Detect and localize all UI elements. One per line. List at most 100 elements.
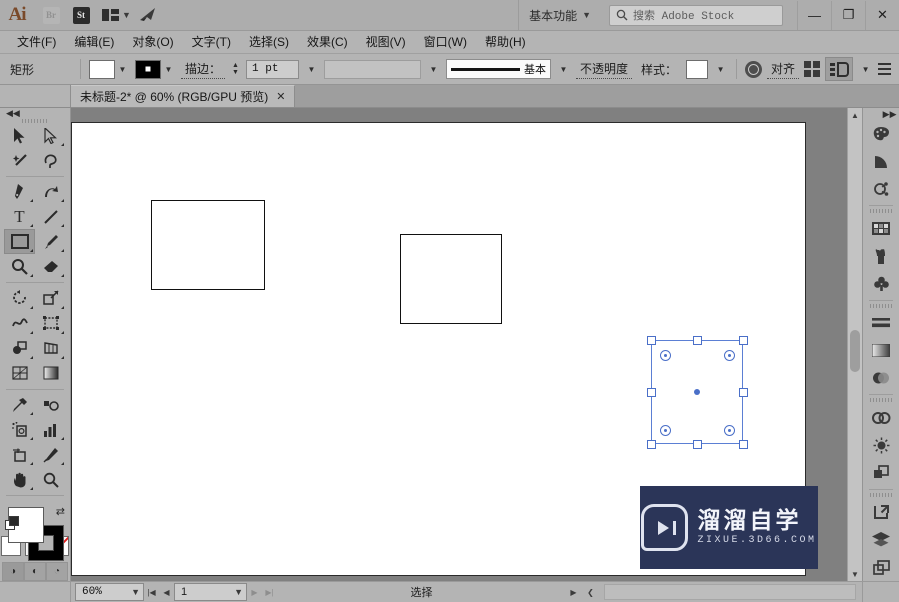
column-graph-tool[interactable]	[35, 417, 66, 442]
default-fill-stroke-icon[interactable]	[5, 515, 19, 530]
rectangle-1[interactable]	[151, 200, 265, 290]
chevron-down-icon[interactable]: ▼	[234, 587, 243, 597]
gradient-tool[interactable]	[35, 361, 66, 386]
handle-bottom-right[interactable]	[739, 440, 748, 449]
fill-color-control[interactable]: ▼	[89, 59, 130, 79]
draw-normal-mode[interactable]: ◑	[2, 561, 24, 581]
panel-grip[interactable]	[863, 302, 899, 309]
handle-top-center[interactable]	[693, 336, 702, 345]
horizontal-scrollbar[interactable]	[604, 584, 856, 600]
opacity-label[interactable]: 不透明度	[576, 60, 633, 79]
slice-tool[interactable]	[35, 442, 66, 467]
swap-fill-stroke-icon[interactable]: ⇄	[56, 505, 65, 518]
artboards-panel-icon[interactable]	[863, 554, 899, 582]
menu-select[interactable]: 选择(S)	[240, 31, 298, 53]
minimize-button[interactable]: —	[797, 0, 831, 30]
eyedropper-tool[interactable]	[4, 392, 35, 417]
stroke-weight-label[interactable]: 描边：	[181, 60, 226, 79]
lasso-tool[interactable]	[35, 148, 66, 173]
handle-bottom-center[interactable]	[693, 440, 702, 449]
color-guide-panel-icon[interactable]	[863, 148, 899, 176]
bridge-button[interactable]: Br	[38, 4, 64, 26]
variable-width-profile-input[interactable]	[324, 59, 422, 79]
menu-view[interactable]: 视图(V)	[357, 31, 415, 53]
corner-radius-widget-top-right[interactable]	[724, 350, 735, 361]
maximize-button[interactable]: ❐	[831, 0, 865, 30]
document-setup-icon[interactable]	[825, 57, 854, 81]
stroke-swatch[interactable]	[135, 59, 161, 79]
chevron-down-icon[interactable]: ▼	[304, 60, 319, 78]
hand-tool[interactable]	[4, 467, 35, 492]
handle-top-right[interactable]	[739, 336, 748, 345]
prev-page-icon[interactable]: ◀	[159, 584, 174, 600]
appearance-panel-icon[interactable]	[863, 432, 899, 460]
direct-selection-tool[interactable]	[35, 123, 66, 148]
menu-help[interactable]: 帮助(H)	[476, 31, 535, 53]
menu-type[interactable]: 文字(T)	[183, 31, 240, 53]
next-page-icon[interactable]: ▶	[247, 584, 262, 600]
stroke-profile-control[interactable]: 基本	[446, 59, 552, 79]
chevron-down-icon[interactable]: ▼	[131, 587, 140, 597]
stock-button[interactable]: St	[68, 4, 94, 26]
status-message[interactable]: 选择	[277, 584, 566, 600]
layers-panel-icon[interactable]	[863, 526, 899, 554]
vertical-scrollbar[interactable]: ▲ ▼	[847, 108, 862, 581]
eraser-tool[interactable]	[35, 254, 66, 279]
collapse-right-icon[interactable]: ▶▶	[861, 108, 899, 120]
arrange-documents-button[interactable]: ▼	[102, 8, 131, 22]
swatches-panel-icon[interactable]	[863, 215, 899, 243]
menu-file[interactable]: 文件(F)	[8, 31, 65, 53]
stroke-weight-stepper[interactable]: ▲ ▼	[230, 60, 241, 78]
fill-swatch[interactable]	[89, 59, 115, 79]
transparency-panel-icon[interactable]	[863, 365, 899, 393]
draw-inside-mode[interactable]: ◔	[46, 561, 68, 581]
draw-behind-mode[interactable]: ◐	[24, 561, 46, 581]
width-tool[interactable]	[4, 311, 35, 336]
go-to-start-button[interactable]	[135, 4, 161, 26]
page-number-control[interactable]: 1 ▼	[174, 583, 247, 601]
transform-icon[interactable]	[804, 61, 821, 77]
collapse-left-icon[interactable]: ◀◀	[0, 108, 70, 119]
handle-middle-right[interactable]	[739, 388, 748, 397]
symbols-panel-icon[interactable]	[863, 270, 899, 298]
perspective-grid-tool[interactable]	[35, 336, 66, 361]
stroke-panel-icon[interactable]	[863, 309, 899, 337]
scroll-up-icon[interactable]: ▲	[848, 108, 862, 122]
handle-bottom-left[interactable]	[647, 440, 656, 449]
stroke-color-control[interactable]: ▼	[135, 59, 176, 79]
last-page-icon[interactable]: ▶|	[262, 584, 277, 600]
rectangle-3-selected[interactable]	[647, 336, 748, 449]
chevron-down-icon[interactable]: ▼	[858, 60, 873, 78]
pen-tool[interactable]	[4, 179, 35, 204]
zoom-tool[interactable]	[35, 467, 66, 492]
corner-radius-widget-top-left[interactable]	[660, 350, 671, 361]
rectangle-tool[interactable]	[4, 229, 35, 255]
menu-object[interactable]: 对象(O)	[123, 31, 182, 53]
search-adobe-stock-input[interactable]: 搜索 Adobe Stock	[609, 4, 783, 26]
rectangle-2[interactable]	[400, 234, 502, 324]
panel-grip[interactable]	[863, 208, 899, 215]
close-icon[interactable]: ✕	[276, 90, 285, 103]
menu-window[interactable]: 窗口(W)	[415, 31, 476, 53]
selection-tool[interactable]	[4, 123, 35, 148]
chevron-down-icon[interactable]: ▼	[161, 60, 176, 78]
corner-radius-widget-bottom-right[interactable]	[724, 425, 735, 436]
free-transform-tool[interactable]	[35, 311, 66, 336]
scroll-left-icon[interactable]: ❮	[583, 584, 598, 600]
graphic-style-swatch[interactable]	[686, 59, 709, 79]
shape-builder-tool[interactable]	[4, 336, 35, 361]
align-label[interactable]: 对齐	[767, 60, 800, 79]
magic-wand-tool[interactable]	[4, 148, 35, 173]
recolor-artwork-icon[interactable]	[745, 60, 763, 78]
handle-top-left[interactable]	[647, 336, 656, 345]
chevron-down-icon[interactable]: ▼	[426, 60, 441, 78]
handle-middle-left[interactable]	[647, 388, 656, 397]
rotate-tool[interactable]	[4, 286, 35, 311]
stroke-weight-input[interactable]: 1 pt	[246, 59, 300, 79]
artboard-tool[interactable]	[4, 442, 35, 467]
color-panel-icon[interactable]	[863, 120, 899, 148]
links-panel-icon[interactable]	[863, 499, 899, 527]
pathfinder-panel-icon[interactable]	[863, 459, 899, 487]
menu-edit[interactable]: 编辑(E)	[65, 31, 123, 53]
scale-tool[interactable]	[35, 286, 66, 311]
